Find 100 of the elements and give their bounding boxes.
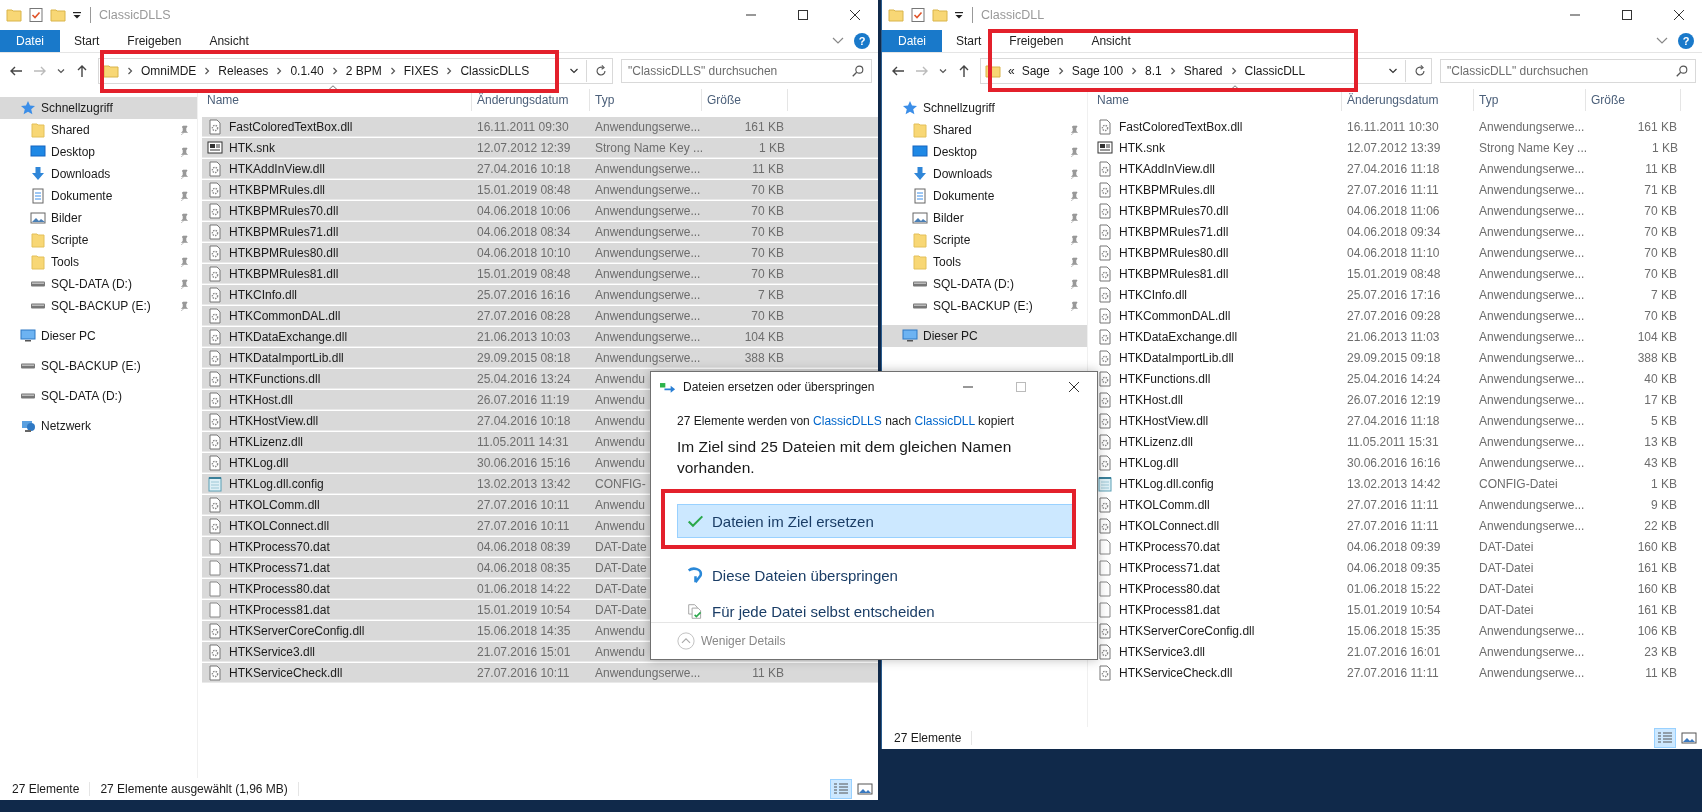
file-row[interactable]: HTKOLComm.dll 27.07.2016 11:11 Anwendungserwe... 9 KB	[1092, 495, 1702, 515]
file-row[interactable]: HTKProcess80.dat 01.06.2018 15:22 DAT-Datei 160 KB	[1092, 579, 1702, 599]
address-bar[interactable]: « Sage Sage 100 8.1 Shared ClassicDLL	[980, 58, 1432, 84]
file-row[interactable]: HTKHost.dll 26.07.2016 12:19 Anwendungserwe... 17 KB	[1092, 390, 1702, 410]
file-row[interactable]: HTKCommonDAL.dll 27.07.2016 09:28 Anwendungserwe... 70 KB	[1092, 306, 1702, 326]
column-header[interactable]: Name	[1092, 89, 1342, 111]
file-row[interactable]: HTKService3.dll 21.07.2016 16:01 Anwendungserwe... 23 KB	[1092, 642, 1702, 662]
ribbon-tab[interactable]: Start	[942, 30, 996, 52]
file-row[interactable]: HTKLog.dll 30.06.2016 16:16 Anwendungserwe... 43 KB	[1092, 453, 1702, 473]
file-row[interactable]: HTKDataExchange.dll 21.06.2013 10:03 Anwendungserwe... 104 KB	[202, 327, 878, 347]
file-row[interactable]: HTKDataExchange.dll 21.06.2013 11:03 Anwendungserwe... 104 KB	[1092, 327, 1702, 347]
nav-item[interactable]: SQL-BACKUP (E:)	[0, 355, 197, 377]
nav-item[interactable]: SQL-DATA (D:)	[0, 273, 197, 295]
file-row[interactable]: HTKFunctions.dll 25.04.2016 14:24 Anwendungserwe... 40 KB	[1092, 369, 1702, 389]
breadcrumb[interactable]: ClassicDLL	[1244, 64, 1306, 78]
nav-item[interactable]: Schnellzugriff	[0, 97, 197, 119]
nav-item[interactable]: Shared	[882, 119, 1087, 141]
nav-item[interactable]: Dieser PC	[882, 325, 1087, 347]
file-row[interactable]: HTKBPMRules81.dll 15.01.2019 08:48 Anwendungserwe... 70 KB	[1092, 264, 1702, 284]
column-header[interactable]: Größe	[702, 89, 788, 111]
file-row[interactable]: HTKBPMRules80.dll 04.06.2018 10:10 Anwendungserwe... 70 KB	[202, 243, 878, 263]
file-row[interactable]: HTKHostView.dll 27.04.2016 11:18 Anwendungserwe... 5 KB	[1092, 411, 1702, 431]
nav-item[interactable]: Desktop	[882, 141, 1087, 163]
option-button[interactable]: Dateien im Ziel ersetzen	[677, 504, 1073, 538]
file-row[interactable]: HTKBPMRules81.dll 15.01.2019 08:48 Anwendungserwe... 70 KB	[202, 264, 878, 284]
file-row[interactable]: HTKAddInView.dll 27.04.2016 10:18 Anwendungserwe... 11 KB	[202, 159, 878, 179]
breadcrumb[interactable]: 8.1	[1145, 64, 1162, 78]
nav-item[interactable]: Dieser PC	[0, 325, 197, 347]
file-row[interactable]: HTKCommonDAL.dll 27.07.2016 08:28 Anwendungserwe... 70 KB	[202, 306, 878, 326]
nav-item[interactable]: Dokumente	[0, 185, 197, 207]
breadcrumb[interactable]: ClassicDLLS	[460, 64, 530, 78]
nav-item[interactable]: Tools	[0, 251, 197, 273]
file-row[interactable]: HTKBPMRules70.dll 04.06.2018 11:06 Anwendungserwe... 70 KB	[1092, 201, 1702, 221]
file-row[interactable]: HTKBPMRules70.dll 04.06.2018 10:06 Anwendungserwe... 70 KB	[202, 201, 878, 221]
nav-item[interactable]: Bilder	[882, 207, 1087, 229]
breadcrumb[interactable]: Sage	[1021, 64, 1050, 78]
ribbon-tab[interactable]: Ansicht	[1077, 30, 1145, 52]
file-row[interactable]: FastColoredTextBox.dll 16.11.2011 10:30 Anwendungserwe... 161 KB	[1092, 117, 1702, 137]
breadcrumb[interactable]: Sage 100	[1071, 64, 1124, 78]
nav-item[interactable]: SQL-BACKUP (E:)	[882, 295, 1087, 317]
file-row[interactable]: HTKDataImportLib.dll 29.09.2015 08:18 Anwendungserwe... 388 KB	[202, 348, 878, 368]
target-link[interactable]: ClassicDLL	[914, 414, 975, 428]
file-row[interactable]: HTKBPMRules71.dll 04.06.2018 08:34 Anwendungserwe... 70 KB	[202, 222, 878, 242]
column-header[interactable]: Typ	[1474, 89, 1586, 111]
file-row[interactable]: HTKProcess70.dat 04.06.2018 09:39 DAT-Datei 160 KB	[1092, 537, 1702, 557]
ribbon-tab[interactable]: Ansicht	[195, 30, 263, 52]
search-field[interactable]: "ClassicDLL" durchsuchen	[1440, 59, 1696, 83]
file-row[interactable]: HTKBPMRules80.dll 04.06.2018 11:10 Anwendungserwe... 70 KB	[1092, 243, 1702, 263]
help-button[interactable]: ?	[854, 33, 870, 49]
file-row[interactable]: HTKLizenz.dll 11.05.2011 15:31 Anwendungserwe... 13 KB	[1092, 432, 1702, 452]
breadcrumb[interactable]: OmniMDE	[141, 64, 197, 78]
nav-item[interactable]: Downloads	[882, 163, 1087, 185]
nav-item[interactable]: Desktop	[0, 141, 197, 163]
address-bar[interactable]: OmniMDE Releases 0.1.40 2 BPM FIXES ClassicDLLS	[98, 58, 613, 84]
help-button[interactable]: ?	[1678, 33, 1694, 49]
ribbon-tab[interactable]: Freigeben	[995, 30, 1078, 52]
breadcrumb[interactable]: Shared	[1183, 64, 1223, 78]
file-row[interactable]: HTKAddInView.dll 27.04.2016 11:18 Anwendungserwe... 11 KB	[1092, 159, 1702, 179]
file-row[interactable]: HTKOLConnect.dll 27.07.2016 11:11 Anwendungserwe... 22 KB	[1092, 516, 1702, 536]
file-row[interactable]: HTKDataImportLib.dll 29.09.2015 09:18 Anwendungserwe... 388 KB	[1092, 348, 1702, 368]
breadcrumb[interactable]: FIXES	[403, 64, 439, 78]
nav-item[interactable]: Tools	[882, 251, 1087, 273]
file-row[interactable]: HTKCInfo.dll 25.07.2016 17:16 Anwendungserwe... 7 KB	[1092, 285, 1702, 305]
nav-item[interactable]: SQL-DATA (D:)	[882, 273, 1087, 295]
column-header[interactable]: Änderungsdatum	[1342, 89, 1474, 111]
nav-item[interactable]: Downloads	[0, 163, 197, 185]
search-field[interactable]: "ClassicDLLS" durchsuchen	[621, 59, 872, 83]
file-row[interactable]: FastColoredTextBox.dll 16.11.2011 09:30 Anwendungserwe... 161 KB	[202, 117, 878, 137]
breadcrumb[interactable]: 2 BPM	[345, 64, 382, 78]
file-row[interactable]: HTKBPMRules71.dll 04.06.2018 09:34 Anwendungserwe... 70 KB	[1092, 222, 1702, 242]
file-row[interactable]: HTKBPMRules.dll 27.07.2016 11:11 Anwendungserwe... 71 KB	[1092, 180, 1702, 200]
overflow-crumb[interactable]: «	[1008, 64, 1015, 78]
column-header[interactable]: Typ	[590, 89, 702, 111]
file-row[interactable]: HTKCInfo.dll 25.07.2016 16:16 Anwendungserwe... 7 KB	[202, 285, 878, 305]
file-row[interactable]: HTKServerCoreConfig.dll 15.06.2018 15:35 Anwendungserwe... 106 KB	[1092, 621, 1702, 641]
nav-item[interactable]: Netzwerk	[0, 415, 197, 437]
column-header[interactable]: Änderungsdatum	[472, 89, 590, 111]
nav-item[interactable]: Dokumente	[882, 185, 1087, 207]
file-row[interactable]: HTKBPMRules.dll 15.01.2019 08:48 Anwendungserwe... 70 KB	[202, 180, 878, 200]
file-row[interactable]: HTK.snk 12.07.2012 12:39 Strong Name Key ... 1 KB	[202, 138, 878, 158]
breadcrumb[interactable]: 0.1.40	[290, 64, 324, 78]
file-row[interactable]: HTKServiceCheck.dll 27.07.2016 11:11 Anwendungserwe... 11 KB	[1092, 663, 1702, 683]
file-row[interactable]: HTKProcess71.dat 04.06.2018 09:35 DAT-Datei 161 KB	[1092, 558, 1702, 578]
column-header[interactable]: Größe	[1586, 89, 1681, 111]
nav-item[interactable]: SQL-DATA (D:)	[0, 385, 197, 407]
breadcrumb[interactable]: Releases	[218, 64, 269, 78]
ribbon-tab[interactable]: Start	[60, 30, 114, 52]
nav-item[interactable]: Scripte	[0, 229, 197, 251]
ribbon-tab[interactable]: Freigeben	[113, 30, 196, 52]
file-row[interactable]: HTK.snk 12.07.2012 13:39 Strong Name Key ... 1 KB	[1092, 138, 1702, 158]
nav-item[interactable]: Shared	[0, 119, 197, 141]
file-row[interactable]: HTKServiceCheck.dll 27.07.2016 10:11 Anwendungserwe... 11 KB	[202, 663, 878, 683]
nav-item[interactable]: Bilder	[0, 207, 197, 229]
ribbon-tab[interactable]: Datei	[882, 30, 942, 52]
file-row[interactable]: HTKLog.dll.config 13.02.2013 14:42 CONFIG-Datei 1 KB	[1092, 474, 1702, 494]
nav-item[interactable]: SQL-BACKUP (E:)	[0, 295, 197, 317]
column-header[interactable]: Name	[202, 89, 472, 111]
file-row[interactable]: HTKProcess81.dat 15.01.2019 10:54 DAT-Datei 161 KB	[1092, 600, 1702, 620]
ribbon-tab[interactable]: Datei	[0, 30, 60, 52]
nav-item[interactable]: Scripte	[882, 229, 1087, 251]
